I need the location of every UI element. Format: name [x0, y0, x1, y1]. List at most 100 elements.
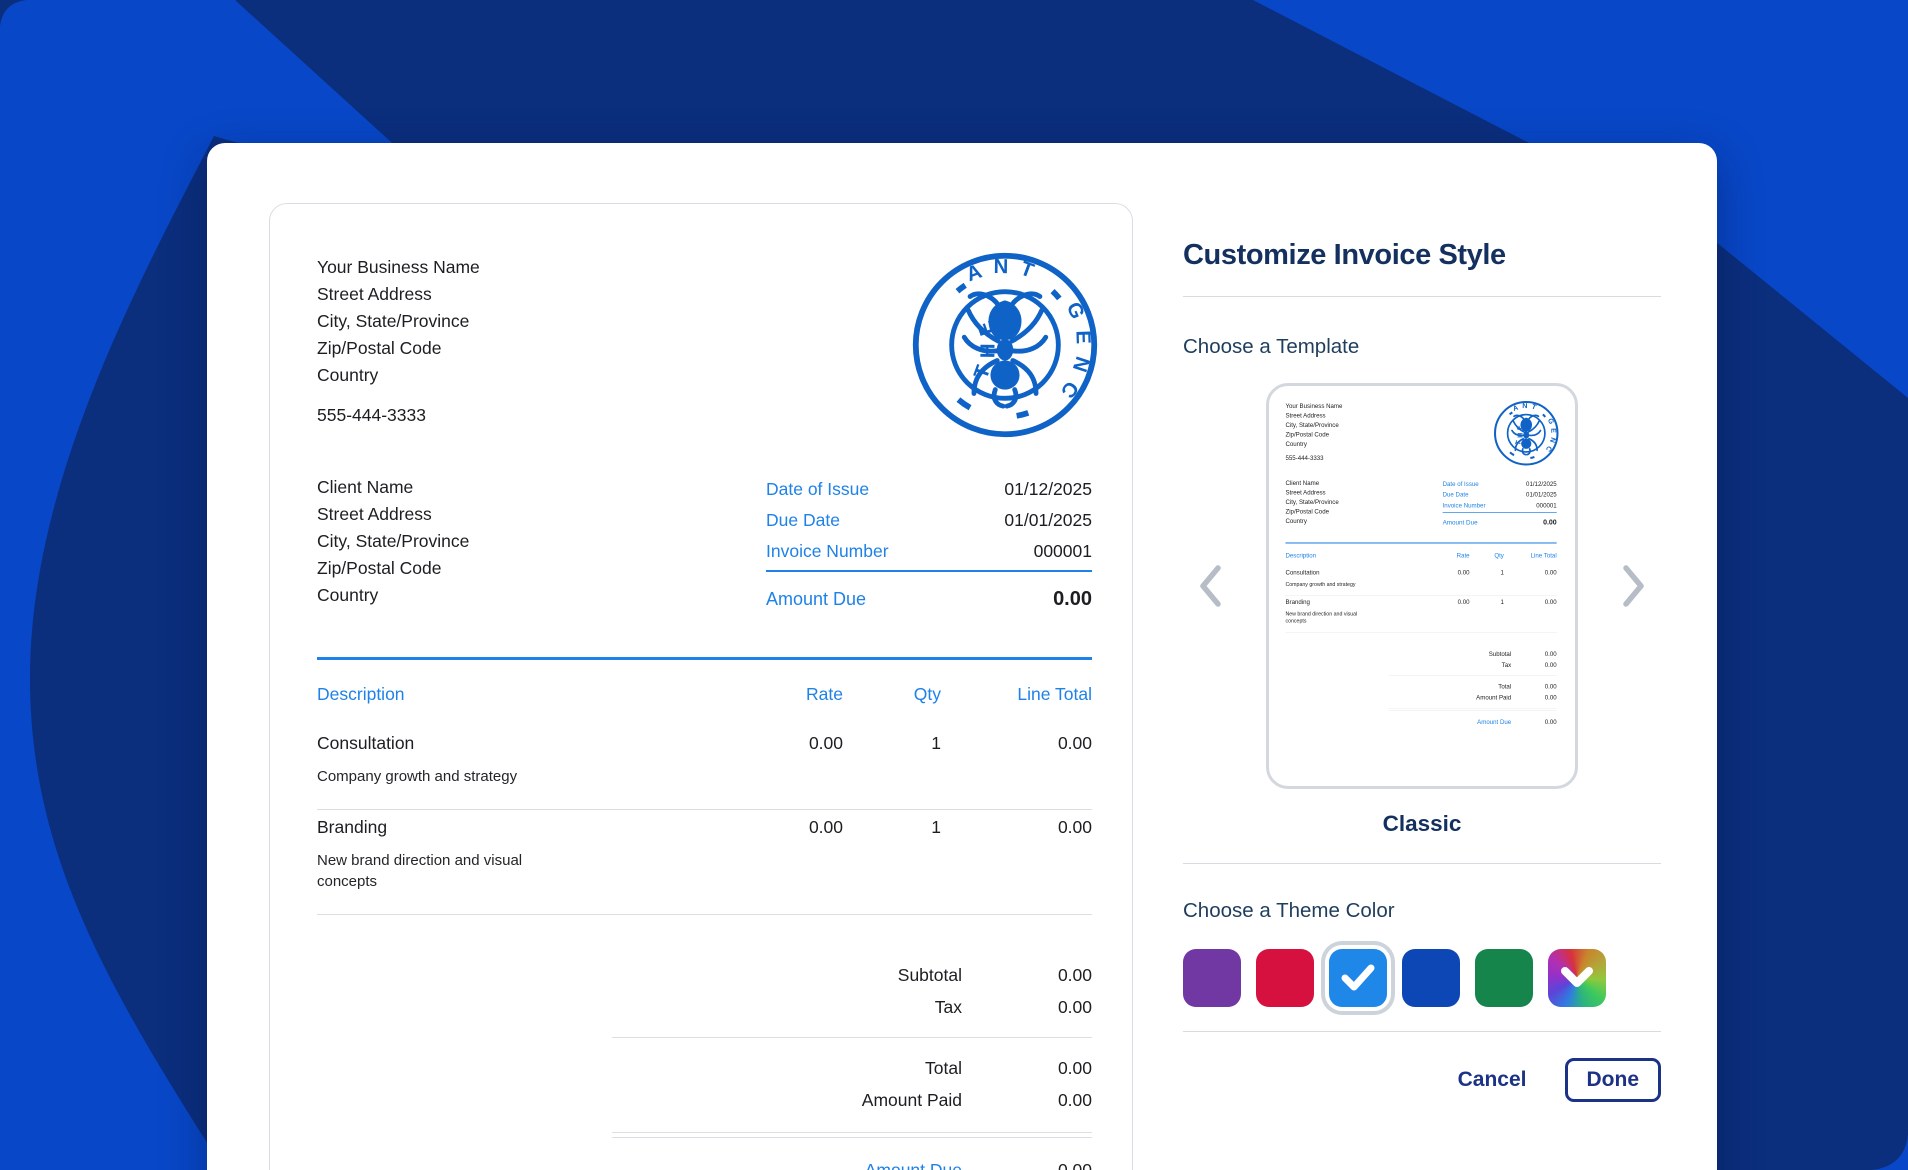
panel-divider — [1183, 296, 1661, 297]
ant-agency-logo-icon: ANT AGENCY THE — [908, 248, 1102, 450]
item-description: Company growth and strategy — [317, 766, 557, 787]
amount-due-label: Amount Due — [1389, 716, 1512, 727]
theme-color-green[interactable] — [1475, 949, 1533, 1007]
col-rate: Rate — [733, 681, 843, 708]
total-value: 0.00 — [1511, 681, 1557, 692]
table-row: Branding New brand direction and visual … — [1285, 596, 1556, 633]
due-date-label: Due Date — [766, 505, 840, 536]
item-line-total: 0.00 — [1504, 568, 1557, 588]
panel-actions: Cancel Done — [1183, 1058, 1661, 1102]
line-items-table: Description Rate Qty Line Total Consulta… — [1285, 542, 1556, 632]
template-thumbnail-classic[interactable]: Your Business Name Street Address City, … — [1266, 383, 1578, 789]
next-template-button[interactable] — [1621, 563, 1647, 609]
invoice-preview-paper: Your Business Name Street Address City, … — [269, 203, 1133, 1170]
meta-divider — [1443, 512, 1557, 513]
amount-paid-label: Amount Paid — [1389, 692, 1512, 703]
template-thumbnail-preview: Your Business Name Street Address City, … — [1269, 386, 1571, 728]
col-qty: Qty — [1470, 551, 1504, 560]
item-rate: 0.00 — [1431, 597, 1470, 624]
tax-label: Tax — [1389, 659, 1512, 670]
customize-invoice-card: Your Business Name Street Address City, … — [207, 143, 1717, 1170]
business-address-block: Your Business Name Street Address City, … — [317, 254, 480, 429]
meta-divider — [766, 570, 1092, 572]
theme-color-swatches — [1183, 949, 1661, 1007]
amount-due-header-value: 0.00 — [1543, 518, 1557, 527]
item-line-total: 0.00 — [1504, 597, 1557, 624]
client-street: Street Address — [1285, 488, 1338, 497]
business-city: City, State/Province — [317, 308, 480, 335]
tax-value: 0.00 — [962, 991, 1092, 1023]
invoice-number-value: 000001 — [1536, 500, 1556, 511]
subtotal-label: Subtotal — [1389, 648, 1512, 659]
line-items-header: Description Rate Qty Line Total — [317, 660, 1092, 726]
client-name: Client Name — [317, 474, 469, 501]
tax-label: Tax — [612, 991, 962, 1023]
invoice-number-label: Invoice Number — [1443, 500, 1486, 511]
item-name: Consultation — [317, 733, 414, 753]
item-description: Company growth and strategy — [1285, 581, 1369, 588]
amount-due-header-value: 0.00 — [1053, 586, 1092, 613]
item-qty: 1 — [843, 814, 941, 892]
line-items-table: Description Rate Qty Line Total Consulta… — [317, 657, 1092, 915]
business-name: Your Business Name — [1285, 401, 1342, 410]
date-of-issue-label: Date of Issue — [1443, 478, 1479, 489]
client-city: City, State/Province — [1285, 497, 1338, 506]
theme-color-purple[interactable] — [1183, 949, 1241, 1007]
invoice-content: Your Business Name Street Address City, … — [317, 254, 1092, 1170]
theme-color-red[interactable] — [1256, 949, 1314, 1007]
date-of-issue-label: Date of Issue — [766, 474, 869, 505]
theme-color-royal-blue[interactable] — [1402, 949, 1460, 1007]
business-address-block: Your Business Name Street Address City, … — [1285, 401, 1342, 462]
item-rate: 0.00 — [1431, 568, 1470, 588]
client-country: Country — [1285, 516, 1338, 525]
invoice-content: Your Business Name Street Address City, … — [1285, 401, 1556, 727]
theme-color-custom[interactable] — [1548, 949, 1606, 1007]
panel-title: Customize Invoice Style — [1183, 238, 1661, 272]
subtotal-value: 0.00 — [1511, 648, 1557, 659]
invoice-meta-block: Date of Issue 01/12/2025 Due Date 01/01/… — [1443, 478, 1557, 527]
col-line-total: Line Total — [1504, 551, 1557, 560]
amount-due-value: 0.00 — [962, 1154, 1092, 1170]
item-name: Branding — [1285, 598, 1310, 605]
table-row: Consultation Company growth and strategy… — [317, 726, 1092, 810]
client-street: Street Address — [317, 501, 469, 528]
theme-color-azure-selected[interactable] — [1329, 949, 1387, 1007]
business-phone: 555-444-3333 — [1285, 453, 1342, 462]
chevron-down-icon — [1561, 967, 1593, 989]
col-description: Description — [1285, 551, 1431, 560]
ant-agency-logo-icon: ANT AGENCY THE — [1492, 399, 1560, 470]
due-date-label: Due Date — [1443, 489, 1469, 500]
template-carousel: Your Business Name Street Address City, … — [1183, 383, 1661, 789]
date-of-issue-value: 01/12/2025 — [1526, 478, 1557, 489]
amount-due-value: 0.00 — [1511, 716, 1557, 727]
cancel-button[interactable]: Cancel — [1458, 1068, 1527, 1092]
total-label: Total — [1389, 681, 1512, 692]
done-button[interactable]: Done — [1565, 1058, 1662, 1102]
item-qty: 1 — [843, 730, 941, 787]
business-street: Street Address — [317, 281, 480, 308]
previous-template-button[interactable] — [1197, 563, 1223, 609]
selected-template-name: Classic — [1183, 811, 1661, 837]
table-row: Consultation Company growth and strategy… — [1285, 567, 1556, 596]
amount-paid-value: 0.00 — [962, 1084, 1092, 1116]
item-rate: 0.00 — [733, 730, 843, 787]
line-items-header: Description Rate Qty Line Total — [1285, 544, 1556, 567]
client-country: Country — [317, 582, 469, 609]
total-value: 0.00 — [962, 1052, 1092, 1084]
app-window: Your Business Name Street Address City, … — [0, 0, 1908, 1170]
item-description: New brand direction and visual concepts — [1285, 610, 1369, 625]
total-label: Total — [612, 1052, 962, 1084]
amount-due-header-label: Amount Due — [1443, 518, 1478, 527]
totals-divider — [612, 1037, 1092, 1038]
amount-paid-value: 0.00 — [1511, 692, 1557, 703]
item-name: Consultation — [1285, 569, 1319, 576]
totals-double-divider — [612, 1132, 1092, 1138]
totals-double-divider — [1389, 709, 1557, 711]
tax-value: 0.00 — [1511, 659, 1557, 670]
table-row: Branding New brand direction and visual … — [317, 810, 1092, 915]
subtotal-value: 0.00 — [962, 959, 1092, 991]
amount-paid-label: Amount Paid — [612, 1084, 962, 1116]
business-country: Country — [1285, 439, 1342, 448]
business-zip: Zip/Postal Code — [317, 335, 480, 362]
totals-block: Subtotal 0.00 Tax 0.00 Total 0.00 Amount… — [612, 959, 1092, 1170]
